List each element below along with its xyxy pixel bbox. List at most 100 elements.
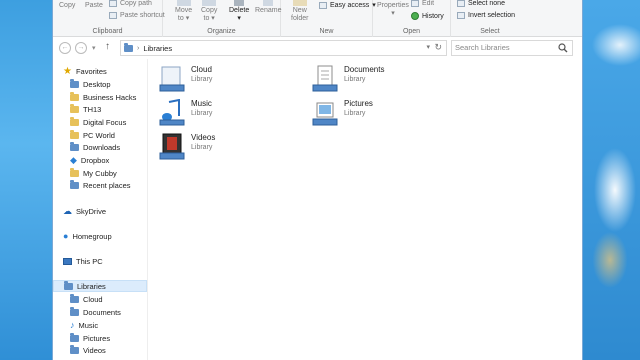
nav-item-business-hacks[interactable]: Business Hacks <box>70 91 136 103</box>
dropbox-icon: ◆ <box>70 154 77 165</box>
pictures-library-icon <box>312 102 338 126</box>
copy-button[interactable]: Copy <box>59 2 75 10</box>
address-dropdown-icon[interactable]: ▾ <box>426 43 430 51</box>
edit-button[interactable]: Edit <box>411 0 434 7</box>
file-explorer-window: Copy Paste Copy path Paste shortcut Clip… <box>52 0 583 360</box>
invert-selection-icon <box>457 12 465 19</box>
open-group: Properties ▾ Edit History Open <box>373 0 451 37</box>
invert-selection-button[interactable]: Invert selection <box>457 12 515 19</box>
nav-library-cloud[interactable]: Cloud <box>70 293 103 305</box>
edit-icon <box>411 0 419 7</box>
delete-button[interactable]: Delete ▾ <box>229 0 249 23</box>
library-item-documents[interactable]: Documents Library <box>312 65 384 93</box>
ribbon: Copy Paste Copy path Paste shortcut Clip… <box>53 0 582 37</box>
new-folder-icon <box>292 0 307 6</box>
properties-button[interactable]: Properties ▾ <box>377 2 409 18</box>
library-item-music[interactable]: Music Library <box>159 99 212 127</box>
rename-icon <box>263 0 274 6</box>
folder-icon <box>70 116 79 126</box>
star-icon: ★ <box>63 65 72 77</box>
nav-library-pictures[interactable]: Pictures <box>70 332 110 344</box>
skydrive-icon: ☁ <box>63 205 72 216</box>
clipboard-group: Copy Paste Copy path Paste shortcut Clip… <box>53 0 165 37</box>
nav-library-music[interactable]: ♪ Music <box>70 319 98 331</box>
search-input[interactable]: Search Libraries <box>451 40 573 56</box>
recent-places-icon <box>70 179 79 189</box>
delete-icon <box>234 0 245 6</box>
nav-homegroup[interactable]: ● Homegroup <box>63 230 112 242</box>
select-group-label: Select <box>480 28 500 35</box>
nav-item-digital-focus[interactable]: Digital Focus <box>70 116 126 128</box>
organize-group-label: Organize <box>207 28 236 35</box>
nav-this-pc[interactable]: This PC <box>63 255 103 267</box>
nav-libraries[interactable]: Libraries <box>53 280 147 292</box>
move-to-icon <box>176 0 191 6</box>
select-none-button[interactable]: Select none <box>457 0 505 7</box>
cloud-library-icon <box>159 66 185 92</box>
documents-library-icon <box>70 306 79 316</box>
navigation-bar: ← → ▾ ↑ › Libraries ▾ ↻ Search Libraries <box>53 37 582 59</box>
music-library-icon <box>159 99 185 126</box>
folder-icon <box>70 167 79 177</box>
open-group-label: Open <box>402 28 421 35</box>
copy-to-icon <box>202 0 217 6</box>
downloads-icon <box>70 141 79 151</box>
computer-icon <box>63 257 72 265</box>
documents-library-icon <box>312 65 338 92</box>
rename-button[interactable]: Rename <box>255 0 281 15</box>
nav-item-my-cubby[interactable]: My Cubby <box>70 167 117 179</box>
paste-shortcut-button[interactable]: Paste shortcut <box>109 12 165 19</box>
move-to-button[interactable]: Move to ▾ <box>175 0 192 23</box>
copy-to-button[interactable]: Copy to ▾ <box>201 0 217 23</box>
search-icon <box>558 43 568 53</box>
nav-item-recent-places[interactable]: Recent places <box>70 179 131 191</box>
libraries-icon <box>64 280 73 290</box>
forward-button[interactable]: → <box>75 42 87 54</box>
nav-library-videos[interactable]: Videos <box>70 344 106 356</box>
nav-item-dropbox[interactable]: ◆ Dropbox <box>70 154 109 166</box>
history-button[interactable]: History <box>411 12 444 20</box>
libraries-icon <box>124 42 133 52</box>
up-button[interactable]: ↑ <box>105 41 110 52</box>
navigation-pane: ★ Favorites Desktop Business Hacks TH13 … <box>53 59 148 360</box>
nav-item-th13[interactable]: TH13 <box>70 103 101 115</box>
recent-locations-icon[interactable]: ▾ <box>92 44 96 52</box>
select-group: Select none Invert selection Select <box>451 0 529 37</box>
new-folder-button[interactable]: New folder <box>291 0 309 23</box>
easy-access-button[interactable]: Easy access ▾ <box>319 1 376 9</box>
library-item-cloud[interactable]: Cloud Library <box>159 65 212 93</box>
nav-item-pc-world[interactable]: PC World <box>70 129 115 141</box>
nav-item-desktop[interactable]: Desktop <box>70 78 111 90</box>
nav-skydrive[interactable]: ☁ SkyDrive <box>63 205 106 217</box>
paste-shortcut-icon <box>109 12 117 19</box>
refresh-icon[interactable]: ↻ <box>434 42 442 53</box>
new-group: New folder Easy access ▾ New <box>281 0 376 37</box>
desktop-background <box>580 0 640 360</box>
copy-path-button[interactable]: Copy path <box>109 0 152 7</box>
nav-item-downloads[interactable]: Downloads <box>70 141 120 153</box>
easy-access-icon <box>319 1 327 9</box>
breadcrumb-separator-icon: › <box>137 44 140 52</box>
libraries-content: Cloud Library Documents Library Music Libra… <box>149 59 583 360</box>
pictures-library-icon <box>70 332 79 342</box>
paste-button[interactable]: Paste <box>85 2 103 10</box>
nav-favorites[interactable]: ★ Favorites <box>63 65 107 77</box>
back-button[interactable]: ← <box>59 42 71 54</box>
clipboard-group-label: Clipboard <box>92 28 123 35</box>
folder-icon <box>70 91 79 101</box>
videos-library-icon <box>70 344 79 354</box>
breadcrumb-libraries[interactable]: Libraries <box>143 44 172 53</box>
music-library-icon: ♪ <box>70 320 75 330</box>
nav-library-documents[interactable]: Documents <box>70 306 121 318</box>
new-group-label: New <box>319 28 334 35</box>
folder-icon <box>70 103 79 113</box>
library-item-pictures[interactable]: Pictures Library <box>312 99 373 127</box>
library-item-videos[interactable]: Videos Library <box>159 133 215 161</box>
history-icon <box>411 12 419 20</box>
select-none-icon <box>457 0 465 7</box>
desktop-icon <box>70 78 79 88</box>
address-bar[interactable]: › Libraries ▾ ↻ <box>120 40 447 56</box>
videos-library-icon <box>159 133 185 160</box>
search-placeholder: Search Libraries <box>455 43 510 52</box>
homegroup-icon: ● <box>63 231 69 241</box>
